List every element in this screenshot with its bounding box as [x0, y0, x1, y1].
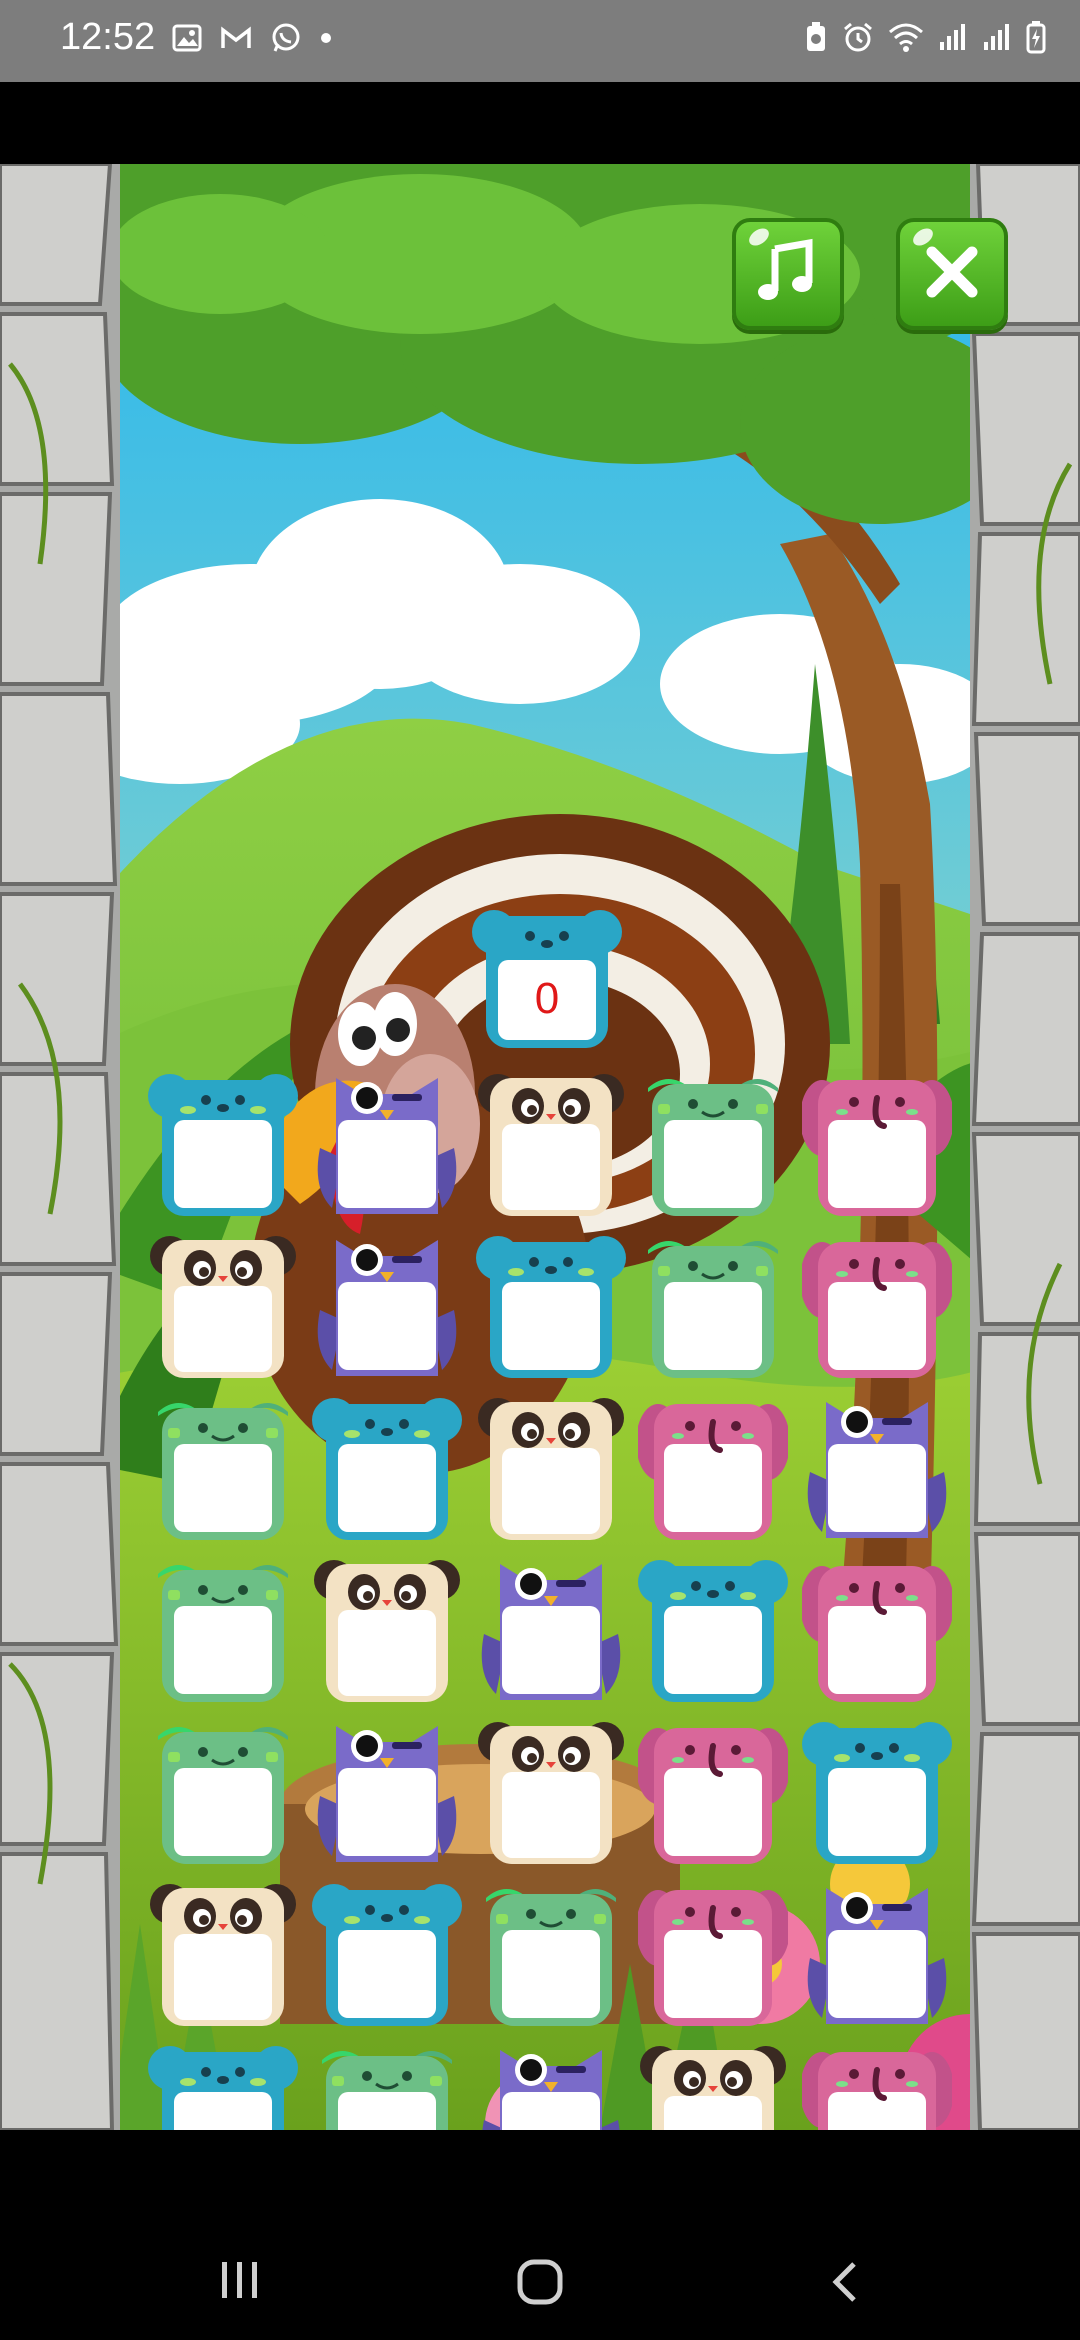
- green-frog-art: [322, 2051, 452, 2130]
- pink-elephant-tile[interactable]: [638, 1392, 788, 1542]
- purple-owl-art: [317, 1078, 457, 1214]
- blue-bear-tile[interactable]: [476, 1230, 626, 1380]
- notification-icons: [172, 22, 332, 54]
- green-frog-tile[interactable]: [638, 1230, 788, 1380]
- pink-elephant-art: [638, 1404, 788, 1540]
- alarm-icon: [842, 21, 874, 53]
- blue-bear-art: [148, 2046, 298, 2130]
- purple-owl-tile[interactable]: [476, 2040, 626, 2130]
- music-toggle-button[interactable]: [732, 218, 844, 330]
- game-area: 0: [0, 164, 1080, 2130]
- pink-elephant-art: [802, 1080, 952, 1216]
- purple-owl-art: [317, 1240, 457, 1376]
- purple-owl-tile[interactable]: [312, 1716, 462, 1866]
- green-frog-art: [158, 1727, 288, 1864]
- score-tile: 0: [472, 902, 622, 1052]
- battery-saver-icon: [804, 21, 828, 53]
- signal-icon: [938, 22, 968, 52]
- blue-bear-tile[interactable]: [802, 1716, 952, 1866]
- green-frog-tile[interactable]: [148, 1392, 298, 1542]
- blue-bear-art: [638, 1560, 788, 1702]
- purple-owl-tile[interactable]: [476, 1554, 626, 1704]
- green-frog-art: [648, 1241, 778, 1378]
- dot-icon: [320, 32, 332, 44]
- navigation-bar: [0, 2130, 1080, 2340]
- status-bar: 12:52: [0, 0, 1080, 82]
- green-frog-tile[interactable]: [148, 1716, 298, 1866]
- blue-bear-tile[interactable]: [148, 1068, 298, 1218]
- system-icons: [804, 20, 1046, 54]
- purple-owl-tile[interactable]: [802, 1392, 952, 1542]
- panda-tile[interactable]: [148, 1230, 298, 1380]
- purple-owl-art: [482, 2050, 620, 2130]
- panda-tile[interactable]: [476, 1392, 626, 1542]
- panda-tile[interactable]: [476, 1068, 626, 1218]
- blue-bear-tile[interactable]: [312, 1392, 462, 1542]
- panda-art: [314, 1560, 460, 1702]
- panda-tile[interactable]: [312, 1554, 462, 1704]
- pink-elephant-tile[interactable]: [638, 1878, 788, 2028]
- purple-owl-tile[interactable]: [312, 1068, 462, 1218]
- green-frog-tile[interactable]: [148, 1554, 298, 1704]
- blue-bear-tile[interactable]: [148, 2040, 298, 2130]
- panda-art: [150, 1236, 296, 1378]
- music-note-icon: [753, 237, 823, 312]
- close-button[interactable]: [896, 218, 1008, 330]
- panda-art: [478, 1074, 624, 1216]
- pink-elephant-art: [638, 1890, 788, 2026]
- top-black-band: [0, 82, 1080, 164]
- green-frog-tile[interactable]: [312, 2040, 462, 2130]
- blue-bear-art: [148, 1074, 298, 1216]
- panda-tile[interactable]: [638, 2040, 788, 2130]
- green-frog-art: [486, 1889, 616, 2026]
- status-time: 12:52: [60, 16, 156, 58]
- whatsapp-icon: [270, 22, 302, 54]
- blue-bear-tile[interactable]: [312, 1878, 462, 2028]
- pink-elephant-tile[interactable]: [638, 1716, 788, 1866]
- pink-elephant-art: [802, 1242, 952, 1378]
- blue-bear-art: [476, 1236, 626, 1378]
- green-frog-art: [648, 1079, 778, 1216]
- wifi-icon: [888, 22, 924, 52]
- stone-wall-right: [970, 164, 1080, 2130]
- score-value: 0: [534, 974, 560, 1023]
- pink-elephant-tile[interactable]: [802, 2040, 952, 2130]
- signal-icon: [982, 22, 1012, 52]
- close-x-icon: [920, 240, 984, 309]
- blue-bear-art: [312, 1884, 462, 2026]
- back-icon[interactable]: [826, 2258, 862, 2311]
- pink-elephant-art: [638, 1728, 788, 1864]
- image-icon: [172, 24, 202, 52]
- stone-wall-left: [0, 164, 120, 2130]
- pink-elephant-art: [802, 1566, 952, 1702]
- purple-owl-art: [481, 1564, 621, 1700]
- blue-bear-tile[interactable]: [638, 1554, 788, 1704]
- gmail-icon: [220, 25, 252, 51]
- pink-elephant-tile[interactable]: [802, 1230, 952, 1380]
- battery-charging-icon: [1026, 20, 1046, 54]
- recents-icon[interactable]: [218, 2258, 262, 2307]
- purple-owl-tile[interactable]: [802, 1878, 952, 2028]
- purple-owl-art: [807, 1888, 947, 2024]
- pink-elephant-tile[interactable]: [802, 1068, 952, 1218]
- panda-tile[interactable]: [476, 1716, 626, 1866]
- green-frog-tile[interactable]: [638, 1068, 788, 1218]
- panda-art: [478, 1722, 624, 1864]
- blue-bear-art: [802, 1722, 952, 1864]
- green-frog-art: [158, 1565, 288, 1702]
- panda-art: [640, 2046, 786, 2130]
- purple-owl-art: [807, 1402, 947, 1538]
- panda-art: [150, 1884, 296, 2026]
- green-frog-art: [158, 1403, 288, 1540]
- green-frog-tile[interactable]: [476, 1878, 626, 2028]
- panda-tile[interactable]: [148, 1878, 298, 2028]
- purple-owl-art: [317, 1726, 457, 1862]
- pink-elephant-tile[interactable]: [802, 1554, 952, 1704]
- pink-elephant-art: [802, 2052, 952, 2130]
- purple-owl-tile[interactable]: [312, 1230, 462, 1380]
- blue-bear-art: [312, 1398, 462, 1540]
- panda-art: [478, 1398, 624, 1540]
- home-icon[interactable]: [516, 2258, 564, 2311]
